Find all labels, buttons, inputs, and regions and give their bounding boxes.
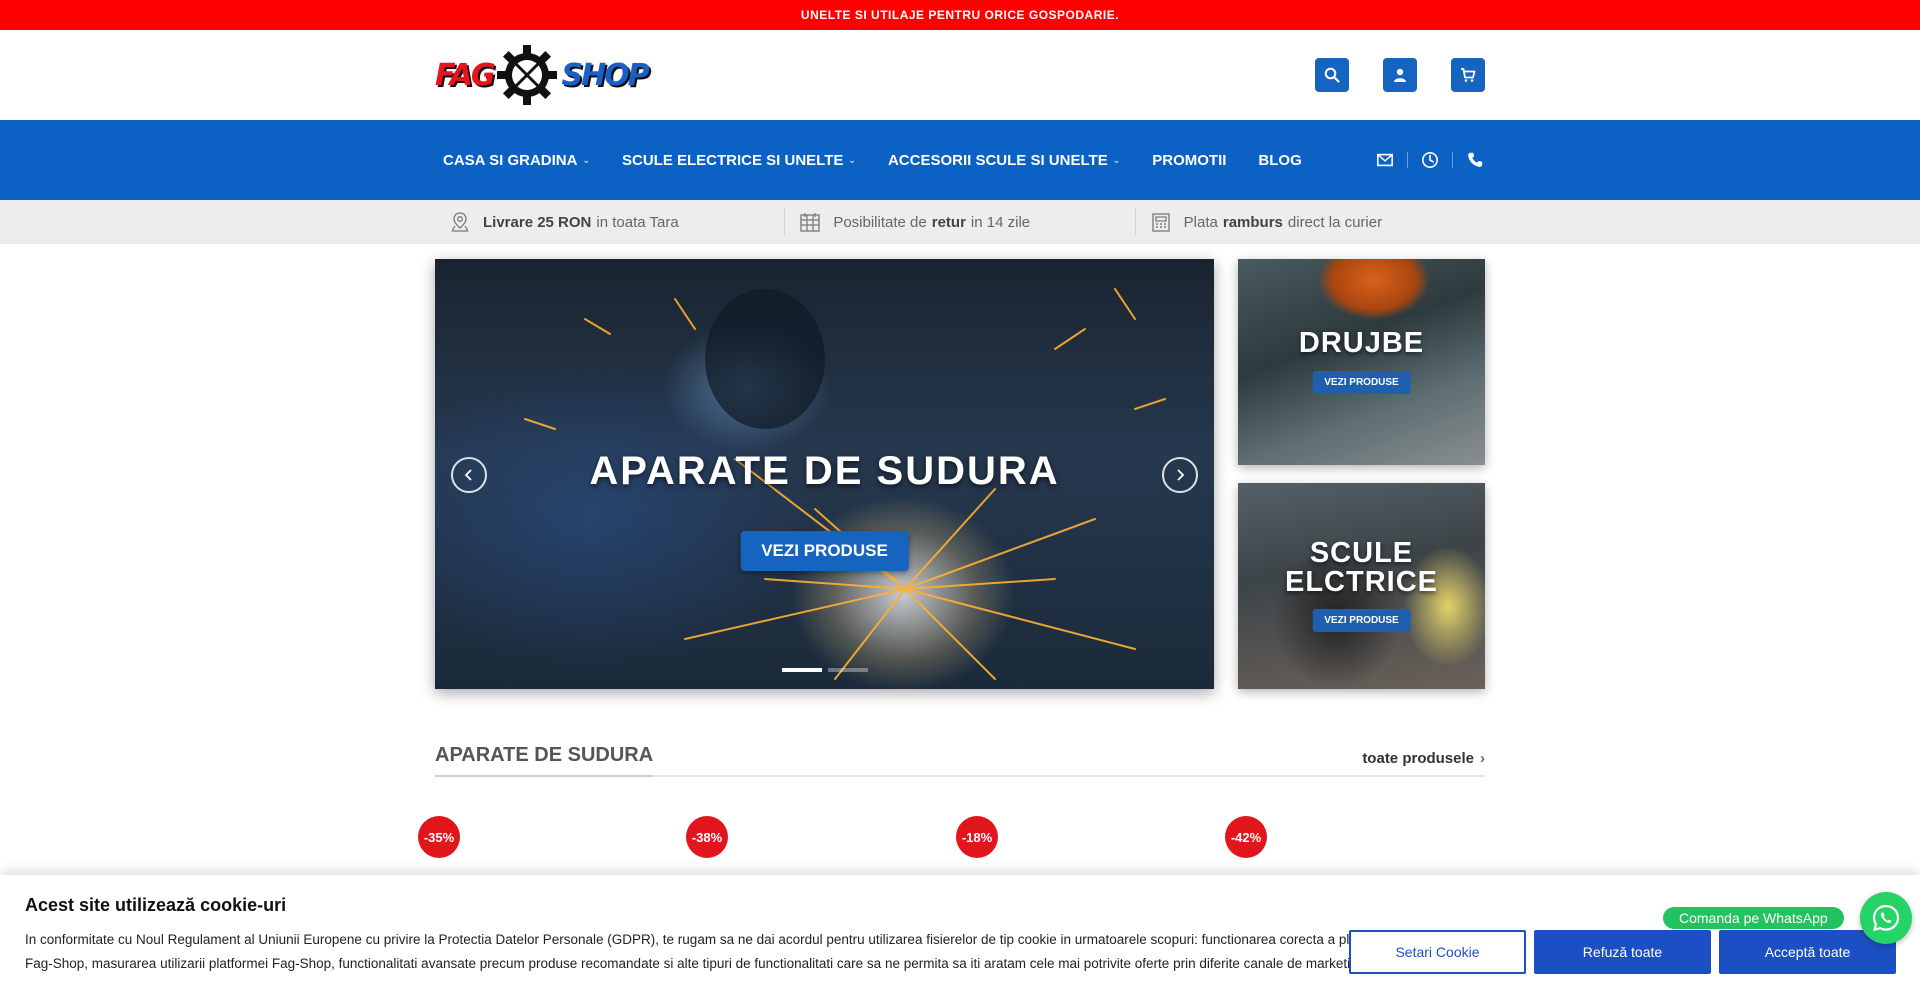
banner-title: DRUJBE — [1298, 327, 1425, 359]
hero-section: APARATE DE SUDURA VEZI PRODUSE DRUJBE VE… — [0, 259, 1920, 689]
nav-contact-icons — [1375, 150, 1485, 170]
slider-dot-2[interactable] — [827, 668, 868, 672]
cookie-settings-button[interactable]: Setari Cookie — [1349, 930, 1526, 974]
banner-title-line2: ELCTRICE — [1285, 566, 1438, 598]
view-all-link[interactable]: toate produsele › — [1362, 750, 1485, 767]
calendar-grid-icon — [800, 213, 820, 232]
nav-divider — [1452, 152, 1453, 168]
banner-drujbe[interactable]: DRUJBE VEZI PRODUSE — [1238, 259, 1485, 465]
mail-icon[interactable] — [1375, 150, 1395, 170]
whatsapp-button[interactable] — [1860, 892, 1912, 944]
whatsapp-label[interactable]: Comanda pe WhatsApp — [1663, 907, 1844, 929]
whatsapp-icon — [1872, 904, 1900, 932]
view-all-label: toate produsele — [1362, 750, 1474, 767]
banner-title-line1: SCULE — [1309, 537, 1414, 569]
hero-slider[interactable]: APARATE DE SUDURA VEZI PRODUSE — [435, 259, 1214, 689]
discount-badge: -38% — [686, 816, 728, 858]
benefit-return-pre: Posibilitate de — [833, 213, 927, 231]
discount-badge: -42% — [1225, 816, 1267, 858]
benefit-return-bold: retur — [931, 213, 966, 231]
site-header: FAG SHOP — [0, 30, 1920, 120]
benefit-payment-pre: Plata — [1183, 213, 1218, 231]
chevron-down-icon: ⌄ — [1112, 154, 1121, 165]
gear-tools-icon — [497, 45, 558, 105]
nav-item-label: CASA SI GRADINA — [443, 151, 578, 169]
site-logo[interactable]: FAG SHOP — [435, 40, 650, 110]
benefit-payment-bold: ramburs — [1222, 213, 1283, 231]
nav-item-scule-electrice[interactable]: SCULE ELECTRICE SI UNELTE ⌄ — [614, 152, 864, 169]
slide-title: APARATE DE SUDURA — [589, 449, 1060, 493]
benefit-return-post: in 14 zile — [970, 213, 1031, 231]
banner-title: SCULE ELCTRICE — [1238, 539, 1485, 597]
chevron-right-icon: › — [1480, 750, 1485, 767]
cart-icon — [1461, 68, 1476, 82]
nav-item-label: PROMOTII — [1152, 151, 1227, 169]
logo-text-fag: FAG — [435, 57, 495, 93]
user-icon — [1394, 68, 1406, 82]
slider-dot-1[interactable] — [781, 668, 822, 672]
logo-text-shop: SHOP — [561, 57, 649, 93]
cookie-consent-bar: Acest site utilizează cookie-uri In conf… — [0, 875, 1920, 993]
banner-scule-electrice[interactable]: SCULE ELCTRICE VEZI PRODUSE — [1238, 483, 1485, 689]
chevron-down-icon: ⌄ — [582, 154, 590, 165]
account-button[interactable] — [1383, 58, 1417, 92]
main-navigation: CASA SI GRADINA ⌄ SCULE ELECTRICE SI UNEL… — [0, 120, 1920, 200]
cookie-reject-button[interactable]: Refuză toate — [1534, 930, 1711, 974]
benefit-payment-post: direct la curier — [1287, 213, 1383, 231]
nav-item-label: BLOG — [1258, 151, 1302, 169]
benefit-delivery-bold: Livrare 25 RON — [483, 213, 592, 231]
nav-item-blog[interactable]: BLOG — [1250, 152, 1309, 169]
benefit-delivery: Livrare 25 RON in toata Tara — [435, 208, 784, 236]
cookie-buttons: Setari Cookie Refuză toate Acceptă toate — [1349, 930, 1896, 974]
nav-divider — [1407, 152, 1408, 168]
benefit-payment: Plata ramburs direct la curier — [1134, 208, 1485, 236]
nav-item-casa-si-gradina[interactable]: CASA SI GRADINA ⌄ — [435, 152, 598, 169]
slider-dots — [781, 668, 868, 672]
cash-register-icon — [1152, 213, 1170, 232]
cookie-text: In conformitate cu Noul Regulament al Un… — [25, 932, 1399, 971]
nav-item-promotii[interactable]: PROMOTII — [1144, 152, 1234, 169]
nav-item-label: SCULE ELECTRICE SI UNELTE — [622, 151, 844, 169]
cart-button[interactable] — [1451, 58, 1485, 92]
side-banners: DRUJBE VEZI PRODUSE SCULE ELCTRICE VEZI … — [1238, 259, 1485, 689]
header-actions — [1315, 58, 1485, 92]
chevron-down-icon: ⌄ — [848, 154, 856, 165]
announcement-text: UNELTE SI UTILAJE PENTRU ORICE GOSPODARI… — [800, 8, 1120, 22]
product-grid: -35% -38% -18% -42% — [0, 777, 1920, 858]
chevron-left-icon — [464, 469, 472, 481]
slider-prev-button[interactable] — [451, 457, 487, 493]
cookie-title: Acest site utilizează cookie-uri — [25, 895, 287, 915]
chevron-right-icon — [1177, 469, 1185, 481]
banner-background-image — [1238, 259, 1485, 465]
banner-cta-button[interactable]: VEZI PRODUSE — [1312, 609, 1411, 632]
search-button[interactable] — [1315, 58, 1349, 92]
nav-menu: CASA SI GRADINA ⌄ SCULE ELECTRICE SI UNEL… — [435, 152, 1326, 169]
nav-item-accesorii[interactable]: ACCESORII SCULE SI UNELTE ⌄ — [880, 152, 1128, 169]
nav-item-label: ACCESORII SCULE SI UNELTE — [887, 151, 1108, 169]
benefits-strip: Livrare 25 RON in toata Tara Posibilitat… — [0, 200, 1920, 244]
top-announcement-bar: UNELTE SI UTILAJE PENTRU ORICE GOSPODARI… — [0, 0, 1920, 30]
discount-badge: -18% — [956, 816, 998, 858]
banner-cta-button[interactable]: VEZI PRODUSE — [1312, 371, 1411, 394]
benefit-delivery-text: in toata Tara — [596, 213, 679, 231]
search-icon — [1324, 67, 1340, 83]
section-heading: APARATE DE SUDURA toate produsele › — [0, 744, 1920, 777]
slider-next-button[interactable] — [1162, 457, 1198, 493]
benefit-return: Posibilitate de retur in 14 zile — [784, 208, 1134, 236]
location-pin-icon — [451, 212, 469, 232]
clock-icon[interactable] — [1420, 150, 1440, 170]
phone-icon[interactable] — [1465, 150, 1485, 170]
slide-cta-button[interactable]: VEZI PRODUSE — [740, 531, 909, 571]
section-title: APARATE DE SUDURA — [435, 744, 654, 777]
discount-badge: -35% — [418, 816, 460, 858]
